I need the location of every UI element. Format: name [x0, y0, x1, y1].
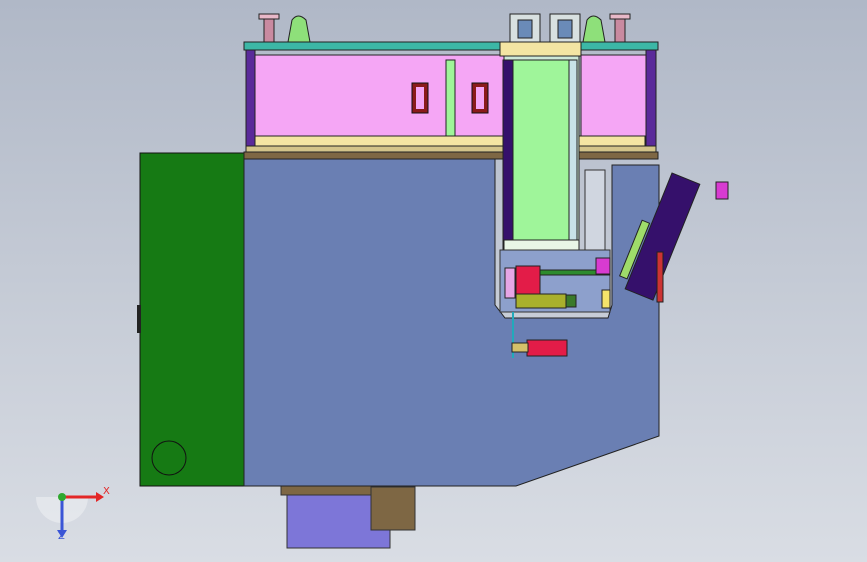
column-center-green[interactable] [512, 59, 570, 241]
triad-y-axis [58, 493, 66, 501]
pink-panel-left[interactable] [254, 54, 506, 140]
column-post-left [502, 59, 514, 251]
bolt-left-head [258, 13, 280, 20]
fitting-center-right-core [557, 19, 573, 39]
bolt-left[interactable] [263, 15, 275, 43]
pink-panel-right[interactable] [580, 54, 647, 140]
top-rail[interactable] [243, 41, 659, 51]
triad-z-label: Z [58, 531, 65, 542]
mech-sensor [601, 289, 611, 309]
olive-cylinder[interactable] [515, 293, 567, 309]
fitting-center-left-core [517, 19, 533, 39]
column-foot [503, 239, 580, 251]
column-cap[interactable] [499, 41, 582, 57]
base-block-brown[interactable] [370, 486, 416, 531]
handle-left-slot [416, 87, 424, 109]
side-module-connector[interactable] [715, 181, 729, 200]
mech-slide [584, 169, 606, 251]
bolt-right[interactable] [614, 15, 626, 43]
base-plate[interactable] [280, 485, 374, 496]
side-panel-green[interactable] [139, 152, 246, 487]
cream-rail[interactable] [254, 135, 646, 147]
panel-hinge [137, 305, 141, 333]
cylinder-end [565, 294, 577, 308]
frame-post-left[interactable] [245, 49, 256, 155]
bolt-right-head [609, 13, 631, 20]
valve-fitting [511, 342, 529, 353]
mech-switch[interactable] [595, 257, 611, 275]
mech-bracket [504, 267, 516, 299]
model-canvas[interactable] [0, 0, 867, 562]
cad-viewport[interactable]: X Z [0, 0, 867, 562]
handle-right-slot [476, 87, 484, 109]
red-valve[interactable] [526, 339, 568, 357]
column-post-right [568, 59, 578, 251]
base-rail[interactable] [243, 151, 659, 160]
frame-post-right[interactable] [645, 49, 657, 155]
side-door-seal [656, 251, 664, 303]
pink-divider [445, 59, 456, 139]
triad-x-label: X [103, 486, 110, 497]
red-actuator[interactable] [515, 265, 541, 297]
